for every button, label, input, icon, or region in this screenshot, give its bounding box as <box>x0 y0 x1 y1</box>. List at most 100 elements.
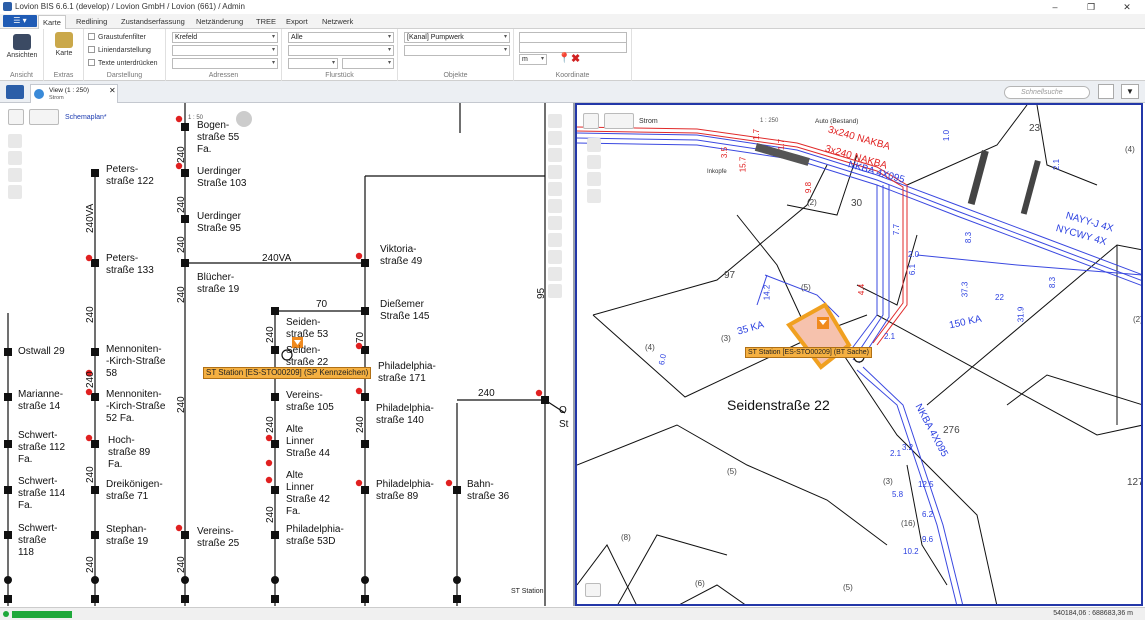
measure-icon[interactable] <box>587 189 601 203</box>
street-label[interactable]: Philadelphia-straße 53D <box>286 524 344 548</box>
street-label[interactable]: Philadelphia-straße 171 <box>378 361 436 385</box>
tool-10-icon[interactable] <box>548 267 562 281</box>
menu-icon[interactable] <box>583 113 599 129</box>
street-label[interactable]: Schwert-straße 114 Fa. <box>18 476 65 512</box>
karte-button[interactable]: Karte <box>50 32 78 57</box>
street-label[interactable]: Mennoniten- -Kirch-Straße 58 <box>106 344 165 380</box>
street-label[interactable]: Uerdinger Straße 103 <box>197 166 246 190</box>
measure-icon[interactable] <box>8 185 22 199</box>
tool-7-icon[interactable] <box>548 216 562 230</box>
tool-4-icon[interactable] <box>548 165 562 179</box>
tab-netzaenderung[interactable]: Netzänderung <box>192 15 247 29</box>
object-id-select[interactable]: ▾ <box>404 45 510 56</box>
street-label[interactable]: Alte Linner Straße 42 Fa. <box>286 470 330 518</box>
right-zoom-tools <box>585 135 603 206</box>
street-label[interactable]: Vereins-straße 105 <box>286 390 334 414</box>
housenr-select[interactable]: ▾ <box>172 58 278 69</box>
object-type-select[interactable]: [Kanal] Pumpwerk ▾ <box>404 32 510 43</box>
pin-icon[interactable]: 📍 <box>558 53 570 64</box>
schema-link[interactable]: Schemaplan* <box>65 114 107 121</box>
street-label[interactable]: Philadelphia-straße 89 <box>376 479 434 503</box>
street-label[interactable]: Seiden-straße 53 <box>286 317 328 341</box>
street-select[interactable]: ▾ <box>172 45 278 56</box>
tab-karte[interactable]: Karte <box>38 15 66 29</box>
street-label[interactable]: Peters-straße 133 <box>106 253 154 277</box>
tab-redlining[interactable]: Redlining <box>72 15 111 29</box>
quick-search-input[interactable]: Schnellsuche <box>1004 86 1090 99</box>
tool-8-icon[interactable] <box>548 233 562 247</box>
tool-9-icon[interactable] <box>548 250 562 264</box>
street-label[interactable]: Marianne-straße 14 <box>18 389 63 413</box>
tab-zustandserfassung[interactable]: Zustandserfassung <box>117 15 189 29</box>
station-label[interactable]: ST Station [ES-STO00209] (BT Sache) <box>745 347 873 358</box>
title-bar: Lovion BIS 6.6.1 (develop) / Lovion GmbH… <box>0 0 1145 14</box>
tool-5-icon[interactable] <box>548 182 562 196</box>
zaehler-select[interactable]: ▾ <box>288 58 338 69</box>
street-label[interactable]: Peters-straße 122 <box>106 164 154 188</box>
status-dot-icon <box>3 611 9 617</box>
pan-icon[interactable] <box>8 151 22 165</box>
tool-11-icon[interactable] <box>548 284 562 298</box>
collapse-icon[interactable] <box>585 583 601 597</box>
street-label[interactable]: Mennoniten- -Kirch-Straße 52 Fa. <box>106 389 165 425</box>
menu-icon[interactable] <box>8 109 24 125</box>
group-extras: Karte Extras <box>44 29 84 81</box>
binoculars-icon <box>13 34 31 50</box>
street-label[interactable]: Ostwall 29 <box>18 346 65 358</box>
tab-export[interactable]: Export <box>282 15 312 29</box>
share-icon[interactable] <box>604 113 634 129</box>
street-label[interactable]: Seiden-straße 22 <box>286 345 328 369</box>
street-label[interactable]: Philadelphia-straße 140 <box>376 403 434 427</box>
select-icon[interactable] <box>8 134 22 148</box>
view-tab[interactable]: View (1 : 250) Strom ✕ <box>30 84 118 103</box>
ansichten-button[interactable]: Ansichten <box>6 34 38 59</box>
street-name: Seidenstraße 22 <box>727 397 830 413</box>
texte-checkbox[interactable]: Texte unterdrücken <box>88 59 158 67</box>
maximize-icon[interactable]: ❐ <box>1073 0 1109 14</box>
app-menu-button[interactable]: ☰ ▾ <box>3 15 37 27</box>
tab-netzwerk[interactable]: Netzwerk <box>318 15 357 29</box>
street-label[interactable]: Bahn-straße 36 <box>467 479 509 503</box>
fullscreen-icon[interactable] <box>1098 84 1114 99</box>
street-label[interactable]: Hoch-straße 89 Fa. <box>108 435 150 471</box>
street-label[interactable]: Alte Linner Straße 44 <box>286 424 330 460</box>
zoom-icon[interactable] <box>587 172 601 186</box>
close-tab-icon[interactable]: ✕ <box>109 86 116 95</box>
pan-icon[interactable] <box>587 155 601 169</box>
street-label[interactable]: Bogen-straße 55 Fa. <box>197 120 239 156</box>
street-label[interactable]: Schwert-straße 118 <box>18 523 57 559</box>
minimize-icon[interactable]: – <box>1037 0 1073 14</box>
menu-bar: ☰ ▾ Karte Redlining Zustandserfassung Ne… <box>0 14 1145 29</box>
street-label[interactable]: Uerdinger Straße 95 <box>197 211 241 235</box>
street-label[interactable]: Stephan-straße 19 <box>106 524 148 548</box>
close-icon[interactable]: ✕ <box>1109 0 1145 14</box>
app-logo-icon <box>3 2 12 11</box>
street-label[interactable]: Viktoria-straße 49 <box>380 244 422 268</box>
zoom-icon[interactable] <box>8 168 22 182</box>
schema-map[interactable]: Schemaplan* 1 : 50 Bogen-straße 55 Fa. Pe… <box>0 103 573 606</box>
flur-select[interactable]: ▾ <box>288 45 394 56</box>
gemarkung-select[interactable]: Alle ▾ <box>288 32 394 43</box>
dropdown-icon[interactable]: ▼ <box>1121 84 1139 99</box>
detail-map[interactable]: Strom 1 : 250 Auto (Bestand) Seidenstraß… <box>575 103 1143 606</box>
share-icon[interactable] <box>29 109 59 125</box>
city-select[interactable]: Krefeld ▾ <box>172 32 278 43</box>
street-label[interactable]: Blücher-straße 19 <box>197 272 239 296</box>
unit-select[interactable]: m ▾ <box>519 54 547 65</box>
graustufen-checkbox[interactable]: Graustufenfilter <box>88 33 146 41</box>
tool-3-icon[interactable] <box>548 148 562 162</box>
street-label[interactable]: Dreikönigen-straße 71 <box>106 479 163 503</box>
nenner-select[interactable]: ▾ <box>342 58 394 69</box>
select-icon[interactable] <box>587 138 601 152</box>
tool-1-icon[interactable] <box>548 114 562 128</box>
linien-checkbox[interactable]: Liniendarstellung <box>88 46 151 54</box>
tool-6-icon[interactable] <box>548 199 562 213</box>
station-label[interactable]: ST Station [ES-STO00209] (SP Kennzeichen… <box>203 367 372 379</box>
clear-icon[interactable]: ✖ <box>571 52 580 65</box>
tab-tree[interactable]: TREE <box>252 15 280 29</box>
tool-2-icon[interactable] <box>548 131 562 145</box>
street-label[interactable]: Schwert-straße 112 Fa. <box>18 430 65 466</box>
street-label[interactable]: Dießemer Straße 145 <box>380 299 429 323</box>
layers-icon[interactable] <box>6 85 24 99</box>
street-label[interactable]: Vereins-straße 25 <box>197 526 239 550</box>
